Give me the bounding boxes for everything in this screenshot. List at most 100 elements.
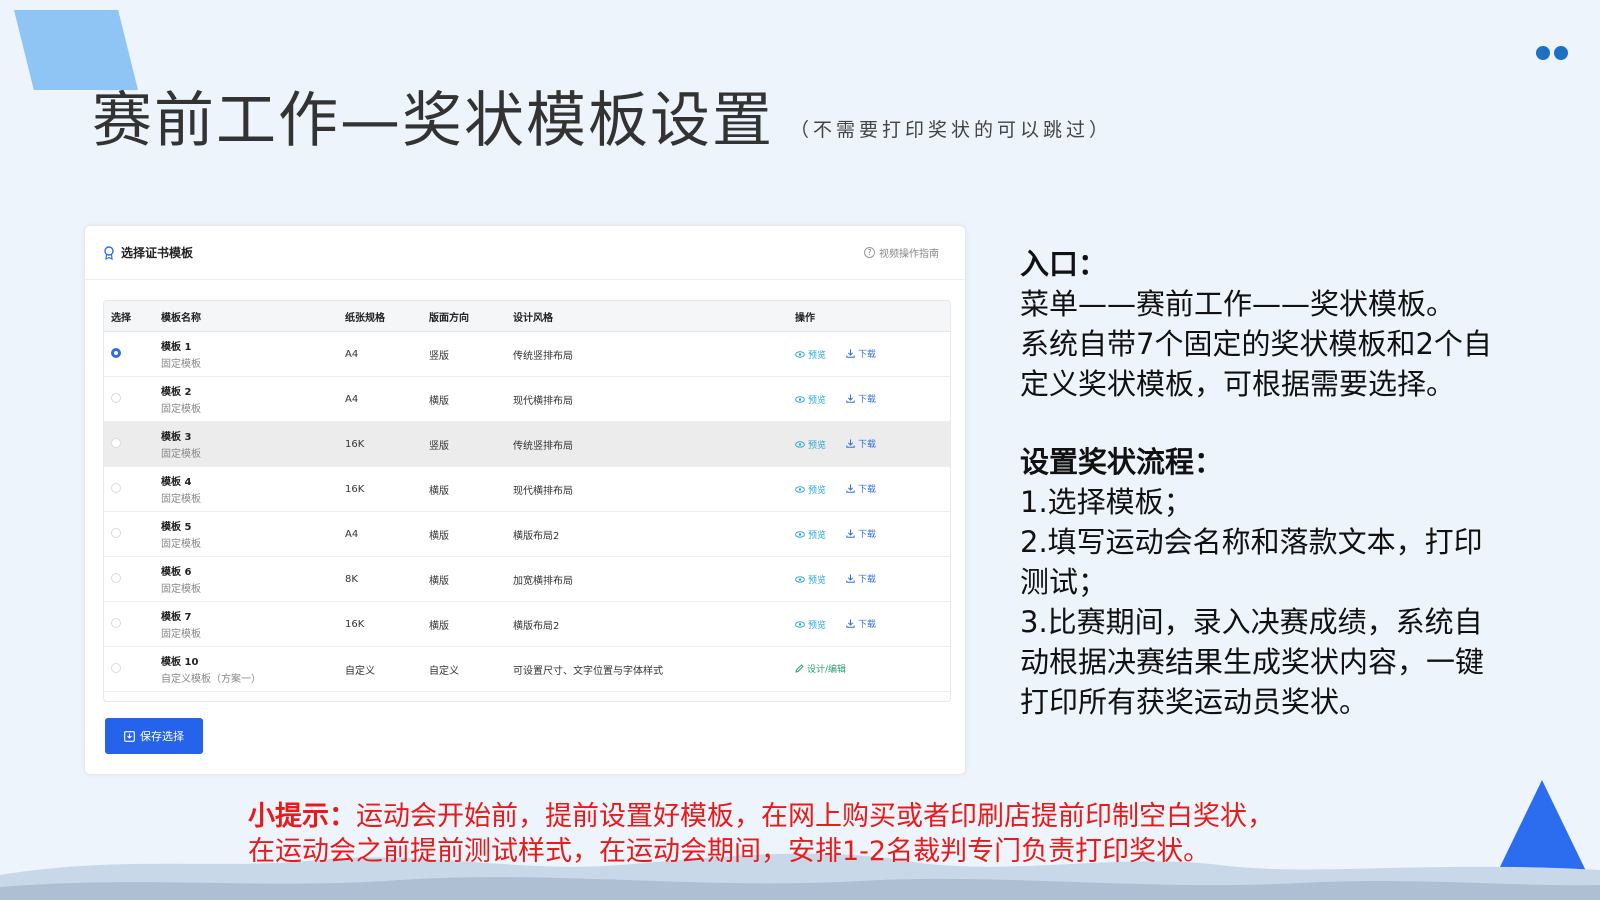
- table-row[interactable]: 模板 3 固定模板 16K 竖版 传统竖排布局 预览 下载: [104, 421, 950, 467]
- template-type: 固定模板: [161, 404, 201, 415]
- table-row[interactable]: 模板 1 固定模板 A4 竖版 传统竖排布局 预览 下载: [104, 331, 950, 377]
- pencil-icon: [795, 664, 804, 673]
- header-select: 选择: [104, 301, 154, 332]
- table-row[interactable]: 模板 10 自定义模板（方案一） 自定义 自定义 可设置尺寸、文字位置与字体样式 设计/编…: [104, 646, 950, 692]
- design-style: 传统竖排布局: [506, 421, 788, 467]
- tip-line-2: 在运动会之前提前测试样式，在运动会期间，安排1-2名裁判专门负责打印奖状。: [248, 835, 1211, 867]
- table-row[interactable]: 模板 11: [104, 691, 950, 701]
- page-title: 赛前工作—奖状模板设置: [92, 86, 774, 156]
- template-type: 固定模板: [161, 584, 201, 595]
- download-icon: [846, 349, 855, 358]
- download-button[interactable]: 下载: [846, 392, 876, 405]
- help-icon: ?: [864, 247, 875, 258]
- orientation: 横版: [422, 511, 506, 557]
- design-style: 可设置尺寸、文字位置与字体样式: [506, 646, 788, 692]
- design-style: 加宽横排布局: [506, 556, 788, 602]
- download-icon: [846, 439, 855, 448]
- download-button[interactable]: 下载: [846, 437, 876, 450]
- template-radio[interactable]: [111, 662, 121, 673]
- preview-button[interactable]: 预览: [795, 483, 826, 496]
- video-guide-link[interactable]: ? 视频操作指南: [864, 245, 939, 260]
- orientation: 竖版: [422, 421, 506, 467]
- design-edit-label: 设计/编辑: [807, 665, 847, 675]
- preview-button[interactable]: 预览: [795, 393, 826, 406]
- row-actions: 预览 下载: [788, 331, 950, 377]
- preview-label: 预览: [808, 486, 827, 496]
- template-radio[interactable]: [111, 347, 121, 358]
- eye-icon: [795, 486, 805, 493]
- row-actions: 预览 下载: [788, 466, 950, 512]
- download-icon: [846, 529, 855, 538]
- preview-button[interactable]: 预览: [795, 438, 826, 451]
- orientation: 横版: [422, 466, 506, 512]
- table-row[interactable]: 模板 2 固定模板 A4 横版 现代横排布局 预览 下载: [104, 376, 950, 422]
- download-label: 下载: [858, 350, 877, 360]
- template-name: 模板 6: [161, 567, 192, 578]
- panel-title-text: 选择证书模板: [121, 246, 194, 260]
- download-label: 下载: [858, 530, 877, 540]
- template-radio[interactable]: [111, 527, 121, 538]
- orientation: 横版: [422, 601, 506, 647]
- row-actions: 设计/编辑: [788, 646, 950, 692]
- dots-decoration: [1536, 46, 1568, 60]
- flow-line: 打印所有获奖运动员奖状。: [1020, 685, 1369, 720]
- table-row[interactable]: 模板 5 固定模板 A4 横版 横版布局2 预览 下载: [104, 511, 950, 557]
- template-table-container[interactable]: 选择 模板名称 纸张规格 版面方向 设计风格 操作 模板 1 固定模板 A4 竖版 传统…: [103, 300, 951, 702]
- save-selection-button[interactable]: 保存选择: [105, 718, 203, 754]
- flow-heading: 设置奖状流程：: [1020, 445, 1224, 480]
- download-label: 下载: [858, 485, 877, 495]
- orientation: [422, 691, 506, 701]
- design-style: 现代横排布局: [506, 376, 788, 422]
- template-radio[interactable]: [111, 482, 121, 493]
- design-edit-button[interactable]: 设计/编辑: [795, 662, 846, 675]
- eye-icon: [795, 576, 805, 583]
- preview-button[interactable]: 预览: [795, 618, 826, 631]
- preview-button[interactable]: 预览: [795, 348, 826, 361]
- paper-size: A4: [338, 511, 422, 557]
- row-actions: 预览 下载: [788, 421, 950, 467]
- header-actions: 操作: [788, 301, 950, 332]
- flow-line: 测试；: [1020, 565, 1108, 600]
- preview-button[interactable]: 预览: [795, 573, 826, 586]
- design-style: 横版布局2: [506, 601, 788, 647]
- preview-button[interactable]: 预览: [795, 528, 826, 541]
- eye-icon: [795, 396, 805, 403]
- download-label: 下载: [858, 440, 877, 450]
- template-type: 固定模板: [161, 539, 201, 550]
- download-button[interactable]: 下载: [846, 572, 876, 585]
- table-header-row: 选择 模板名称 纸张规格 版面方向 设计风格 操作: [104, 301, 950, 332]
- row-actions: 预览 下载: [788, 511, 950, 557]
- video-guide-label: 视频操作指南: [879, 249, 939, 260]
- template-name: 模板 10: [161, 657, 199, 668]
- table-row[interactable]: 模板 7 固定模板 16K 横版 横版布局2 预览 下载: [104, 601, 950, 647]
- preview-label: 预览: [808, 396, 827, 406]
- orientation: 竖版: [422, 331, 506, 377]
- row-actions: [788, 691, 950, 701]
- save-selection-label: 保存选择: [140, 730, 184, 743]
- paper-size: 16K: [338, 421, 422, 467]
- template-radio[interactable]: [111, 617, 121, 628]
- panel-header: 选择证书模板 ? 视频操作指南: [85, 226, 965, 280]
- download-label: 下载: [858, 395, 877, 405]
- paper-size: A4: [338, 331, 422, 377]
- table-row[interactable]: 模板 4 固定模板 16K 横版 现代横排布局 预览 下载: [104, 466, 950, 512]
- download-button[interactable]: 下载: [846, 347, 876, 360]
- template-radio[interactable]: [111, 572, 121, 583]
- table-row[interactable]: 模板 6 固定模板 8K 横版 加宽横排布局 预览 下载: [104, 556, 950, 602]
- page-subtitle: （不需要打印奖状的可以跳过）: [790, 119, 1113, 141]
- template-type: 固定模板: [161, 449, 201, 460]
- preview-label: 预览: [808, 576, 827, 586]
- download-button[interactable]: 下载: [846, 482, 876, 495]
- entry-line: 系统自带7个固定的奖状模板和2个自: [1020, 327, 1492, 362]
- template-radio[interactable]: [111, 437, 121, 448]
- design-style: 传统竖排布局: [506, 331, 788, 377]
- header-style: 设计风格: [506, 301, 788, 332]
- paper-size: A4: [338, 376, 422, 422]
- download-icon: [846, 484, 855, 493]
- header-orientation: 版面方向: [422, 301, 506, 332]
- download-button[interactable]: 下载: [846, 617, 876, 630]
- template-radio[interactable]: [111, 392, 121, 403]
- template-name: 模板 2: [161, 387, 192, 398]
- row-actions: 预览 下载: [788, 601, 950, 647]
- download-button[interactable]: 下载: [846, 527, 876, 540]
